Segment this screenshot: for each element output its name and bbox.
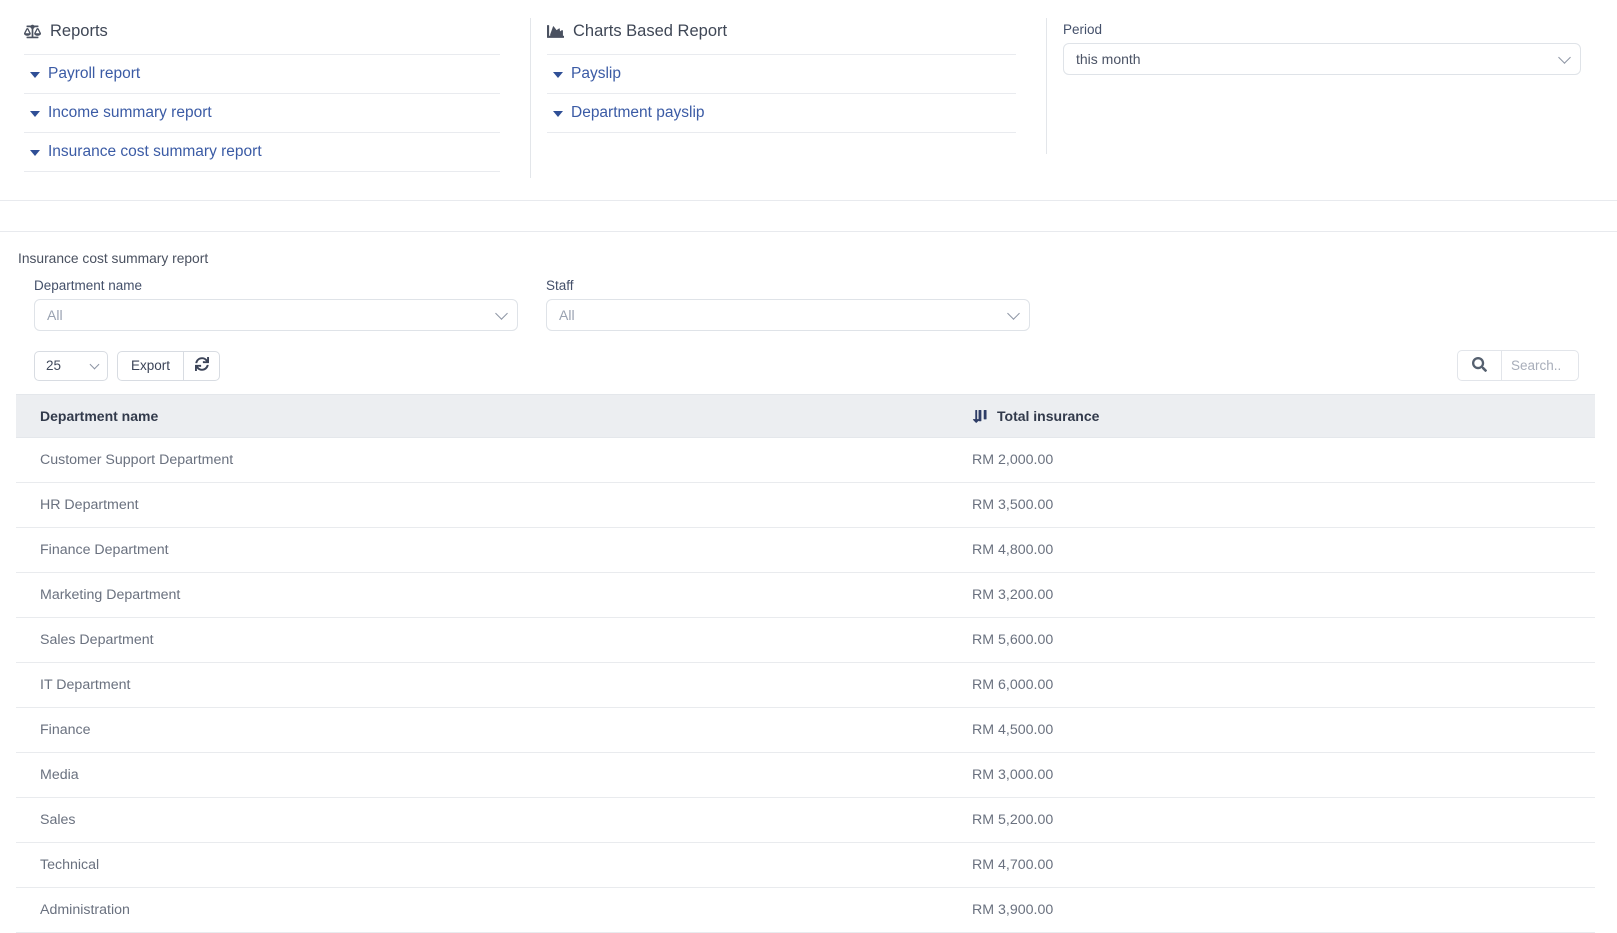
- report-link-label: Insurance cost summary report: [48, 143, 262, 160]
- charts-heading: Charts Based Report: [547, 22, 1016, 54]
- cell-total-insurance: RM 3,200.00: [960, 572, 1595, 618]
- page-title: Insurance cost summary report: [18, 251, 209, 266]
- cell-department-name: HR Department: [16, 482, 960, 528]
- table-row: Sales RM 5,200.00: [16, 797, 1595, 843]
- period-column: Period this month: [1046, 18, 1617, 154]
- column-header-total-insurance[interactable]: Total insurance: [960, 394, 1595, 438]
- table-row: Administration RM 3,900.00: [16, 887, 1595, 933]
- refresh-icon: [194, 357, 209, 374]
- cell-total-insurance: RM 3,000.00: [960, 752, 1595, 798]
- period-select[interactable]: this month: [1063, 43, 1581, 75]
- insurance-cost-summary-table: Department name Total insurance Customer…: [16, 394, 1595, 933]
- filter-staff: Staff All: [546, 278, 1030, 331]
- cell-total-insurance: RM 3,500.00: [960, 482, 1595, 528]
- search-button[interactable]: [1457, 350, 1501, 381]
- table-row: Media RM 3,000.00: [16, 752, 1595, 798]
- search-icon: [1472, 356, 1487, 375]
- department-name-label: Department name: [34, 278, 143, 293]
- department-name-value: All: [47, 307, 63, 323]
- table-row: IT Department RM 6,000.00: [16, 662, 1595, 708]
- search-input[interactable]: [1501, 350, 1579, 381]
- chevron-down-icon: [89, 359, 100, 369]
- cell-total-insurance: RM 6,000.00: [960, 662, 1595, 708]
- period-label: Period: [1063, 22, 1103, 37]
- toolbar-left-group: 25 Export: [34, 350, 221, 381]
- caret-down-icon: [553, 111, 563, 117]
- table-row: Sales Department RM 5,600.00: [16, 617, 1595, 663]
- filter-department-name: Department name All: [34, 278, 518, 331]
- cell-department-name: Customer Support Department: [16, 437, 960, 483]
- cell-department-name: Finance: [16, 707, 960, 753]
- charts-heading-label: Charts Based Report: [573, 22, 728, 40]
- period-select-value: this month: [1076, 51, 1141, 67]
- page-size-value: 25: [46, 358, 62, 373]
- table-toolbar: 25 Export: [16, 350, 1595, 381]
- cell-department-name: Media: [16, 752, 960, 798]
- table-row: Technical RM 4,700.00: [16, 842, 1595, 888]
- report-link-label: Income summary report: [48, 104, 212, 121]
- balance-scale-icon: [24, 23, 41, 40]
- report-link-income-summary[interactable]: Income summary report: [24, 93, 500, 132]
- column-header-department-name[interactable]: Department name: [16, 394, 960, 438]
- table-header-row: Department name Total insurance: [16, 394, 1595, 438]
- chart-link-department-payslip[interactable]: Department payslip: [547, 93, 1016, 133]
- cell-department-name: Sales Department: [16, 617, 960, 663]
- cell-department-name: IT Department: [16, 662, 960, 708]
- page-size-select[interactable]: 25: [34, 350, 108, 381]
- table-row: Marketing Department RM 3,200.00: [16, 572, 1595, 618]
- report-filters: Department name All Staff All: [16, 278, 1595, 331]
- reports-heading: Reports: [24, 22, 500, 54]
- cell-department-name: Administration: [16, 887, 960, 933]
- caret-down-icon: [30, 150, 40, 156]
- staff-select[interactable]: All: [546, 299, 1030, 331]
- cell-total-insurance: RM 5,600.00: [960, 617, 1595, 663]
- staff-label: Staff: [546, 278, 574, 293]
- cell-total-insurance: RM 4,700.00: [960, 842, 1595, 888]
- cell-department-name: Sales: [16, 797, 960, 843]
- department-name-select[interactable]: All: [34, 299, 518, 331]
- table-search: [1457, 350, 1579, 381]
- cell-total-insurance: RM 3,900.00: [960, 887, 1595, 933]
- chevron-down-icon: [1558, 51, 1571, 64]
- reports-top-panel: Reports Payroll report Income summary re…: [0, 0, 1617, 201]
- refresh-button[interactable]: [184, 350, 221, 381]
- sort-amount-down-icon[interactable]: [972, 409, 987, 424]
- chart-link-payslip[interactable]: Payslip: [547, 54, 1016, 93]
- report-link-payroll[interactable]: Payroll report: [24, 54, 500, 93]
- chevron-down-icon: [1007, 307, 1020, 320]
- column-header-label: Department name: [40, 408, 159, 424]
- charts-based-report-column: Charts Based Report Payslip Department p…: [530, 18, 1046, 178]
- caret-down-icon: [553, 72, 563, 78]
- table-row: HR Department RM 3,500.00: [16, 482, 1595, 528]
- panel-divider-band: [0, 201, 1617, 232]
- cell-department-name: Technical: [16, 842, 960, 888]
- table-row: Finance RM 4,500.00: [16, 707, 1595, 753]
- cell-department-name: Finance Department: [16, 527, 960, 573]
- caret-down-icon: [30, 72, 40, 78]
- table-row: Finance Department RM 4,800.00: [16, 527, 1595, 573]
- chart-link-label: Department payslip: [571, 104, 705, 121]
- chart-area-icon: [547, 23, 564, 40]
- report-link-insurance-cost-summary[interactable]: Insurance cost summary report: [24, 132, 500, 172]
- chevron-down-icon: [495, 307, 508, 320]
- table-head: Department name Total insurance: [16, 394, 1595, 438]
- staff-value: All: [559, 307, 575, 323]
- cell-total-insurance: RM 4,500.00: [960, 707, 1595, 753]
- export-refresh-group: Export: [117, 350, 221, 381]
- chart-link-label: Payslip: [571, 65, 621, 82]
- table-row: Customer Support Department RM 2,000.00: [16, 437, 1595, 483]
- table-body: Customer Support Department RM 2,000.00 HR…: [16, 437, 1595, 933]
- cell-department-name: Marketing Department: [16, 572, 960, 618]
- reports-heading-label: Reports: [50, 22, 108, 40]
- reports-column: Reports Payroll report Income summary re…: [0, 0, 530, 172]
- report-link-label: Payroll report: [48, 65, 141, 82]
- cell-total-insurance: RM 4,800.00: [960, 527, 1595, 573]
- cell-total-insurance: RM 5,200.00: [960, 797, 1595, 843]
- caret-down-icon: [30, 111, 40, 117]
- column-header-label: Total insurance: [997, 408, 1100, 424]
- export-button[interactable]: Export: [117, 350, 185, 381]
- cell-total-insurance: RM 2,000.00: [960, 437, 1595, 483]
- report-body: Insurance cost summary report Department…: [0, 232, 1617, 933]
